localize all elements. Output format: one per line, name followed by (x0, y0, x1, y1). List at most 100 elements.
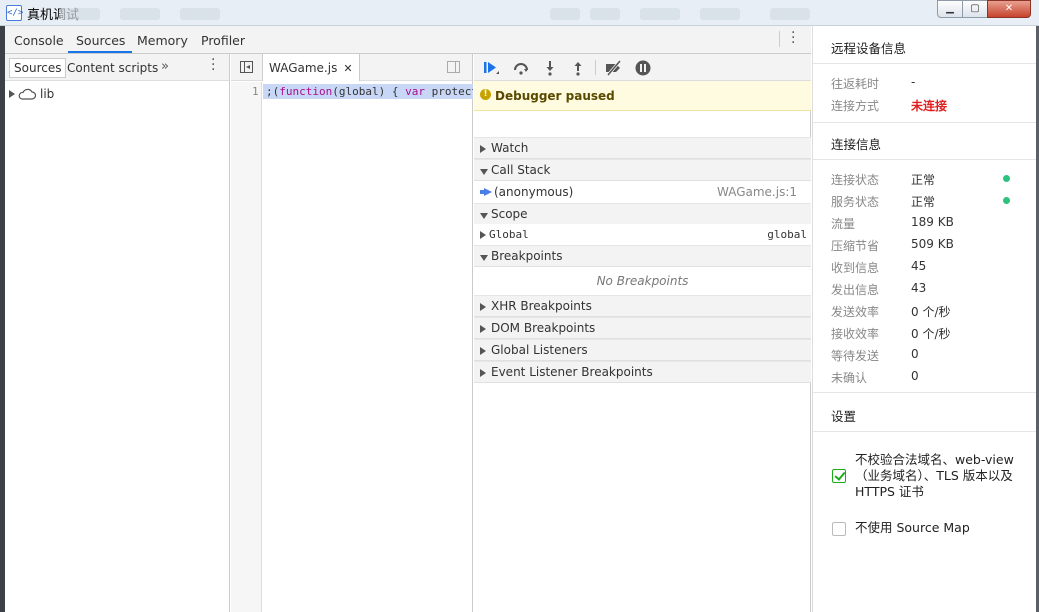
info-row-value: 0 (911, 347, 919, 361)
divider (813, 63, 1037, 64)
info-row-value: 正常 (911, 195, 936, 209)
section-dom-breakpoints[interactable]: DOM Breakpoints (474, 317, 811, 339)
info-row-label: 压缩节省 (831, 239, 880, 253)
tab-console[interactable]: Console (14, 33, 64, 48)
resume-icon[interactable] (482, 59, 500, 77)
line-number[interactable]: 1 (252, 85, 259, 98)
section-label: Watch (491, 141, 529, 155)
frame-name: (anonymous) (494, 185, 574, 199)
debugger-toolbar (474, 54, 811, 81)
disable-source-map-checkbox[interactable] (832, 522, 846, 536)
section-xhr-breakpoints[interactable]: XHR Breakpoints (474, 295, 811, 317)
close-button[interactable]: ✕ (987, 0, 1031, 18)
section-label: DOM Breakpoints (491, 321, 596, 335)
section-scope[interactable]: Scope (474, 203, 811, 225)
background-toolbar-blur (590, 8, 620, 20)
remote-info-panel: 远程设备信息 往返耗时 - 连接方式 未连接 连接信息 连接状态 正常 服务状态 正常… (812, 26, 1037, 612)
section-label: Scope (491, 207, 528, 221)
call-stack-frame[interactable]: (anonymous) WAGame.js:1 (474, 181, 811, 203)
rtt-value: - (911, 75, 916, 89)
breakpoints-empty: No Breakpoints (474, 267, 811, 295)
remote-device-title: 远程设备信息 (831, 41, 907, 56)
section-label: Breakpoints (491, 249, 563, 263)
section-label: Global Listeners (491, 343, 588, 357)
code-line[interactable]: ;(function(global) { var protect (263, 84, 473, 99)
toggle-debugger-icon[interactable] (447, 61, 460, 73)
navigator-panel: Sources Content scripts » · · · lib (5, 53, 230, 612)
section-breakpoints[interactable]: Breakpoints (474, 245, 811, 267)
status-dot-icon (1003, 175, 1010, 182)
background-toolbar-blur (120, 8, 160, 20)
tree-item-lib[interactable]: lib (9, 87, 54, 101)
section-call-stack[interactable]: Call Stack (474, 159, 811, 181)
step-into-icon[interactable] (541, 59, 559, 77)
info-row-label: 未确认 (831, 371, 868, 385)
section-event-listener-breakpoints[interactable]: Event Listener Breakpoints (474, 361, 811, 383)
divider (779, 31, 780, 47)
deactivate-breakpoints-icon[interactable] (604, 59, 624, 77)
status-dot-icon (1003, 197, 1010, 204)
info-row-label: 等待发送 (831, 349, 880, 363)
debugger-sidebar: ! Debugger paused Watch Call Stack (anon… (474, 54, 811, 612)
code-brackets-icon: </> (6, 5, 23, 21)
info-row-value: 正常 (911, 173, 936, 187)
info-row-value: 43 (911, 281, 927, 295)
expand-arrow-icon (480, 145, 486, 153)
divider (813, 159, 1037, 160)
navigator-more-icon[interactable]: · · · (211, 53, 217, 77)
maximize-button[interactable]: ▢ (962, 0, 988, 18)
pause-on-exceptions-icon[interactable] (634, 59, 652, 77)
overflow-chevron-icon[interactable]: » (161, 59, 169, 74)
close-tab-icon[interactable]: ✕ (343, 62, 352, 75)
navigator-tab-content-scripts[interactable]: Content scripts (67, 61, 158, 75)
settings-title: 设置 (831, 409, 857, 424)
info-row-label: 流量 (831, 217, 856, 231)
minimize-button[interactable]: ▁ (937, 0, 963, 18)
info-row-value: 0 (911, 369, 919, 383)
skip-domain-check-checkbox[interactable] (832, 469, 846, 483)
skip-domain-check-label[interactable]: 不校验合法域名、web-view（业务域名）、TLS 版本以及 HTTPS 证书 (855, 452, 1021, 500)
connection-info-title: 连接信息 (831, 137, 882, 152)
file-tab-label: WAGame.js (269, 61, 338, 75)
line-gutter (231, 82, 262, 612)
tab-profiler[interactable]: Profiler (201, 33, 245, 48)
collapse-arrow-icon (480, 255, 488, 261)
info-row-value: 189 KB (911, 215, 954, 229)
expand-arrow-icon[interactable] (480, 231, 486, 239)
divider (813, 392, 1037, 393)
navigator-tab-sources[interactable]: Sources (9, 58, 67, 78)
file-tab[interactable]: WAGame.js ✕ (262, 54, 360, 81)
more-options-icon[interactable]: · · · (791, 26, 797, 50)
step-over-icon[interactable] (512, 59, 530, 77)
window-titlebar: </> 真机调试 ▁ ▢ ✕ (0, 0, 1039, 26)
background-toolbar-blur (640, 8, 680, 20)
section-label: Call Stack (491, 163, 551, 177)
expand-arrow-icon (480, 369, 486, 377)
connection-mode-label: 连接方式 (831, 99, 880, 113)
background-toolbar-blur (550, 8, 580, 20)
disable-source-map-label[interactable]: 不使用 Source Map (855, 520, 1021, 536)
editor-panel: WAGame.js ✕ 1 ;(function(global) { var pr… (231, 54, 473, 612)
section-watch[interactable]: Watch (474, 137, 811, 159)
toggle-navigator-icon[interactable] (240, 61, 253, 73)
scope-name: Global (489, 228, 529, 241)
background-toolbar-blur (770, 8, 810, 20)
info-row-value: 0 个/秒 (911, 305, 951, 319)
tab-memory[interactable]: Memory (137, 33, 188, 48)
cloud-icon (18, 88, 36, 100)
tab-sources[interactable]: Sources (76, 33, 125, 48)
step-out-icon[interactable] (569, 59, 587, 77)
scope-row[interactable]: Global global (474, 224, 811, 246)
info-row-value: 509 KB (911, 237, 954, 251)
section-label: XHR Breakpoints (491, 299, 592, 313)
frame-location[interactable]: WAGame.js:1 (717, 181, 797, 203)
section-global-listeners[interactable]: Global Listeners (474, 339, 811, 361)
navigator-tabbar: Sources Content scripts » · · · (5, 53, 229, 81)
expand-arrow-icon (480, 325, 486, 333)
info-row-label: 服务状态 (831, 195, 880, 209)
expand-arrow-icon (480, 347, 486, 355)
expand-arrow-icon[interactable] (9, 90, 15, 98)
active-tab-indicator (68, 51, 132, 53)
devtools-tabbar: Console Sources Memory Profiler · · · (5, 26, 811, 54)
info-row-label: 收到信息 (831, 261, 880, 275)
